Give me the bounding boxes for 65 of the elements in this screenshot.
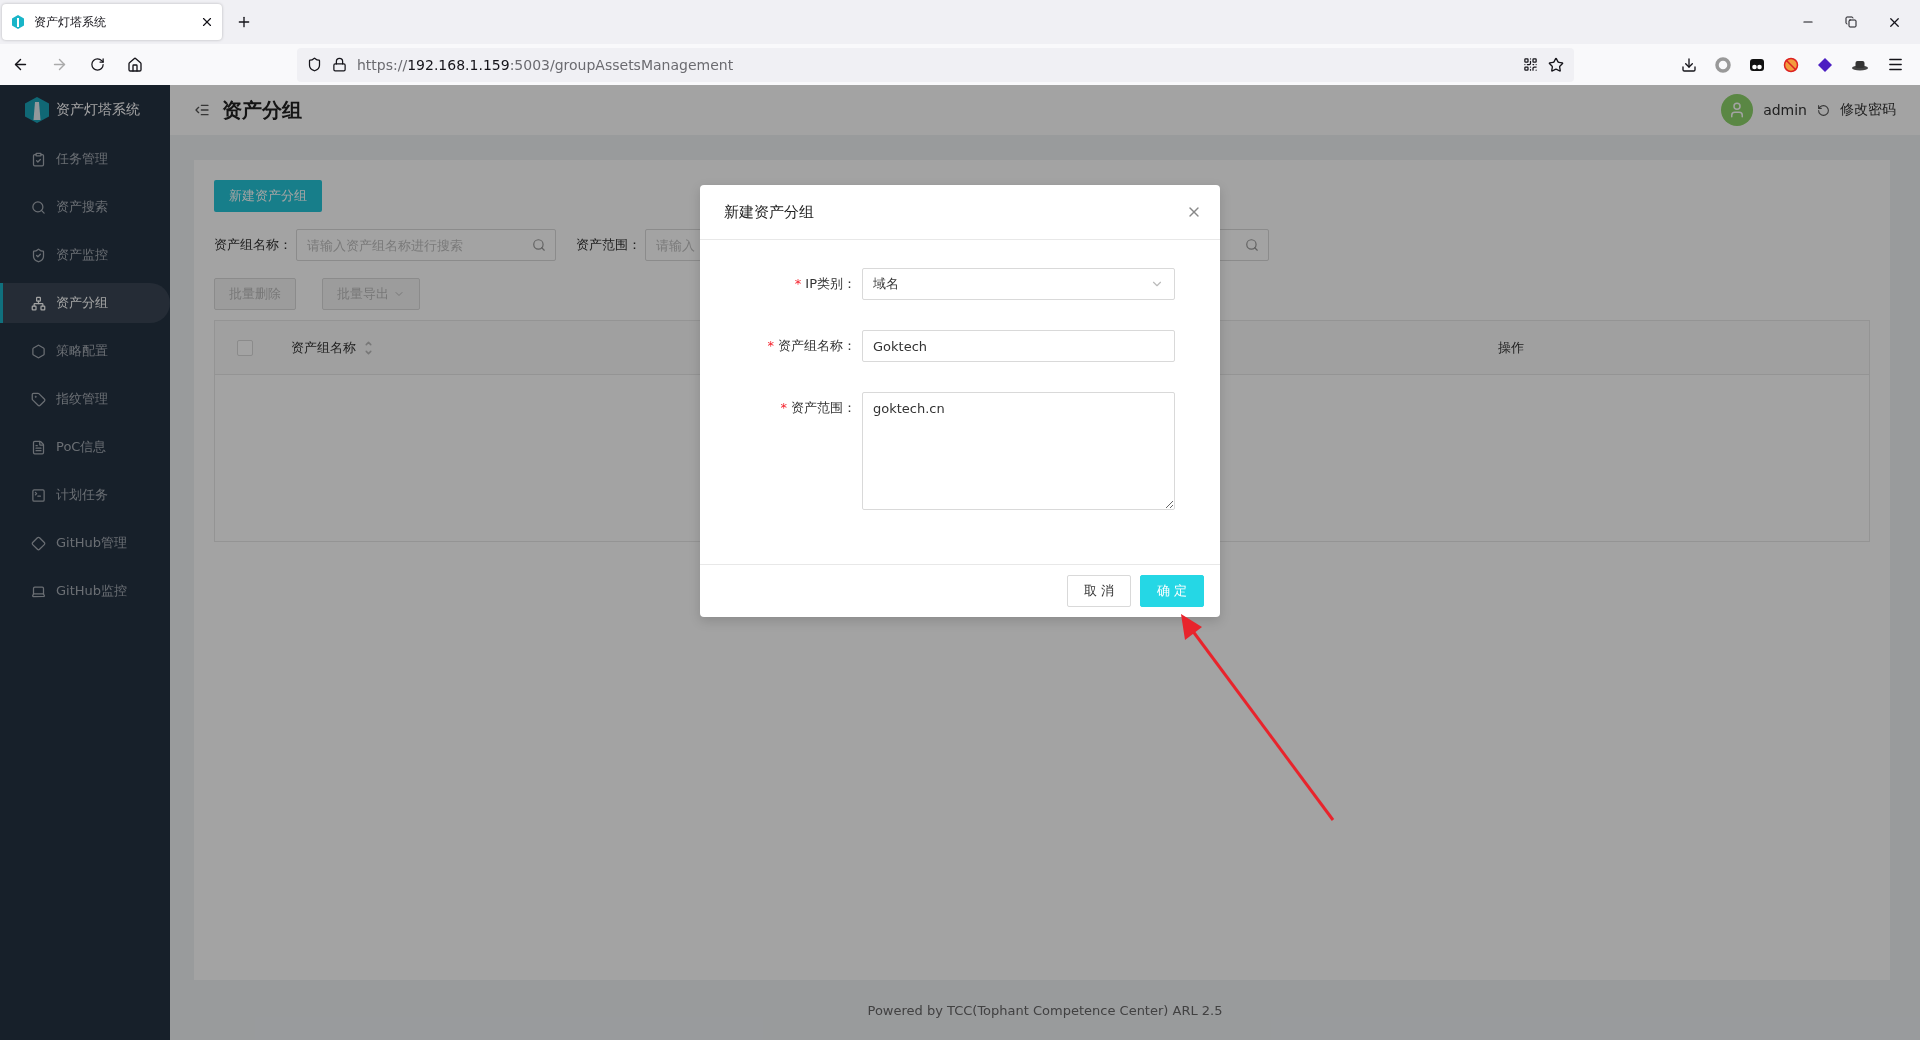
back-icon[interactable] — [12, 56, 29, 73]
column-header: 资产组名称 — [275, 338, 677, 357]
laptop-icon — [31, 583, 46, 599]
shield-icon — [307, 57, 322, 72]
shield-icon — [31, 247, 46, 263]
textarea-field[interactable]: goktech.cn — [862, 392, 1175, 510]
page-title: 资产分组 — [222, 96, 302, 124]
browser-tab[interactable]: 资产灯塔系统 — [2, 4, 222, 40]
diamond-icon — [31, 535, 46, 551]
sidebar-item[interactable]: 资产搜索 — [0, 187, 170, 227]
confirm-button[interactable]: 确 定 — [1140, 575, 1204, 607]
filter-label: 资产组名称： — [214, 236, 292, 254]
ip-type-select[interactable]: 域名 — [862, 268, 1175, 300]
sidebar-item[interactable]: GitHub管理 — [0, 523, 170, 563]
menu-icon[interactable] — [1887, 56, 1904, 73]
tab-title: 资产灯塔系统 — [34, 13, 107, 31]
lighthouse-logo-icon — [24, 96, 50, 124]
field-label: * 资产范围： — [779, 399, 857, 417]
cancel-button[interactable]: 取 消 — [1067, 575, 1131, 607]
sidebar-item[interactable]: 计划任务 — [0, 475, 170, 515]
change-password-link[interactable]: 修改密码 — [1840, 101, 1896, 119]
terminal-icon — [31, 487, 46, 503]
extension-icon[interactable] — [1749, 56, 1765, 73]
download-icon[interactable] — [1681, 56, 1697, 73]
field-label: * IP类别： — [793, 275, 857, 293]
star-icon[interactable] — [1548, 56, 1564, 73]
search-icon — [31, 199, 46, 215]
sidebar-item[interactable]: GitHub监控 — [0, 571, 170, 611]
hexagon-icon — [31, 343, 46, 359]
tag-icon — [31, 391, 46, 407]
search-icon — [532, 238, 546, 252]
sidebar-item[interactable]: PoC信息 — [0, 427, 170, 467]
hierarchy-icon — [31, 295, 46, 311]
brand-name: 资产灯塔系统 — [56, 101, 140, 119]
address-bar[interactable]: https://192.168.1.159:5003/groupAssetsManagement — [297, 47, 1574, 82]
field-label: * 资产组名称： — [766, 337, 857, 355]
sidebar-item[interactable]: 指纹管理 — [0, 379, 170, 419]
user-name: admin — [1763, 102, 1807, 118]
sidebar-item[interactable]: 策略配置 — [0, 331, 170, 371]
dialog-title: 新建资产分组 — [724, 202, 815, 222]
sidebar-item[interactable]: 资产监控 — [0, 235, 170, 275]
clipboard-icon — [31, 151, 46, 167]
extension-icon[interactable] — [1817, 56, 1833, 73]
home-icon[interactable] — [127, 56, 143, 73]
document-icon — [31, 439, 46, 455]
close-icon[interactable] — [200, 15, 214, 29]
restore-icon[interactable] — [1845, 14, 1857, 30]
footer-text: Powered by TCC(Tophant Competence Center) ARL 2.5 — [867, 1002, 1223, 1018]
new-tab-icon[interactable] — [236, 14, 252, 30]
input-field[interactable]: Goktech — [862, 330, 1175, 362]
column-header: 操作 — [1496, 338, 1525, 357]
url-text: https://192.168.1.159:5003/groupAssetsManagement — [357, 56, 735, 73]
lighthouse-icon — [10, 14, 26, 30]
filter-label: 资产范围： — [576, 236, 641, 254]
sidebar-item[interactable]: 资产分组 — [0, 283, 170, 323]
refresh-icon — [1817, 103, 1830, 117]
search-icon — [1245, 238, 1259, 252]
checkbox[interactable] — [237, 339, 253, 356]
sidebar-item[interactable]: 任务管理 — [0, 139, 170, 179]
ring-icon[interactable] — [1715, 56, 1731, 73]
new-group-button[interactable]: 新建资产分组 — [214, 180, 322, 212]
qr-code-icon[interactable] — [1523, 57, 1538, 72]
reload-icon[interactable] — [90, 57, 105, 72]
collapse-icon[interactable] — [194, 102, 210, 118]
lock-icon — [332, 57, 347, 72]
